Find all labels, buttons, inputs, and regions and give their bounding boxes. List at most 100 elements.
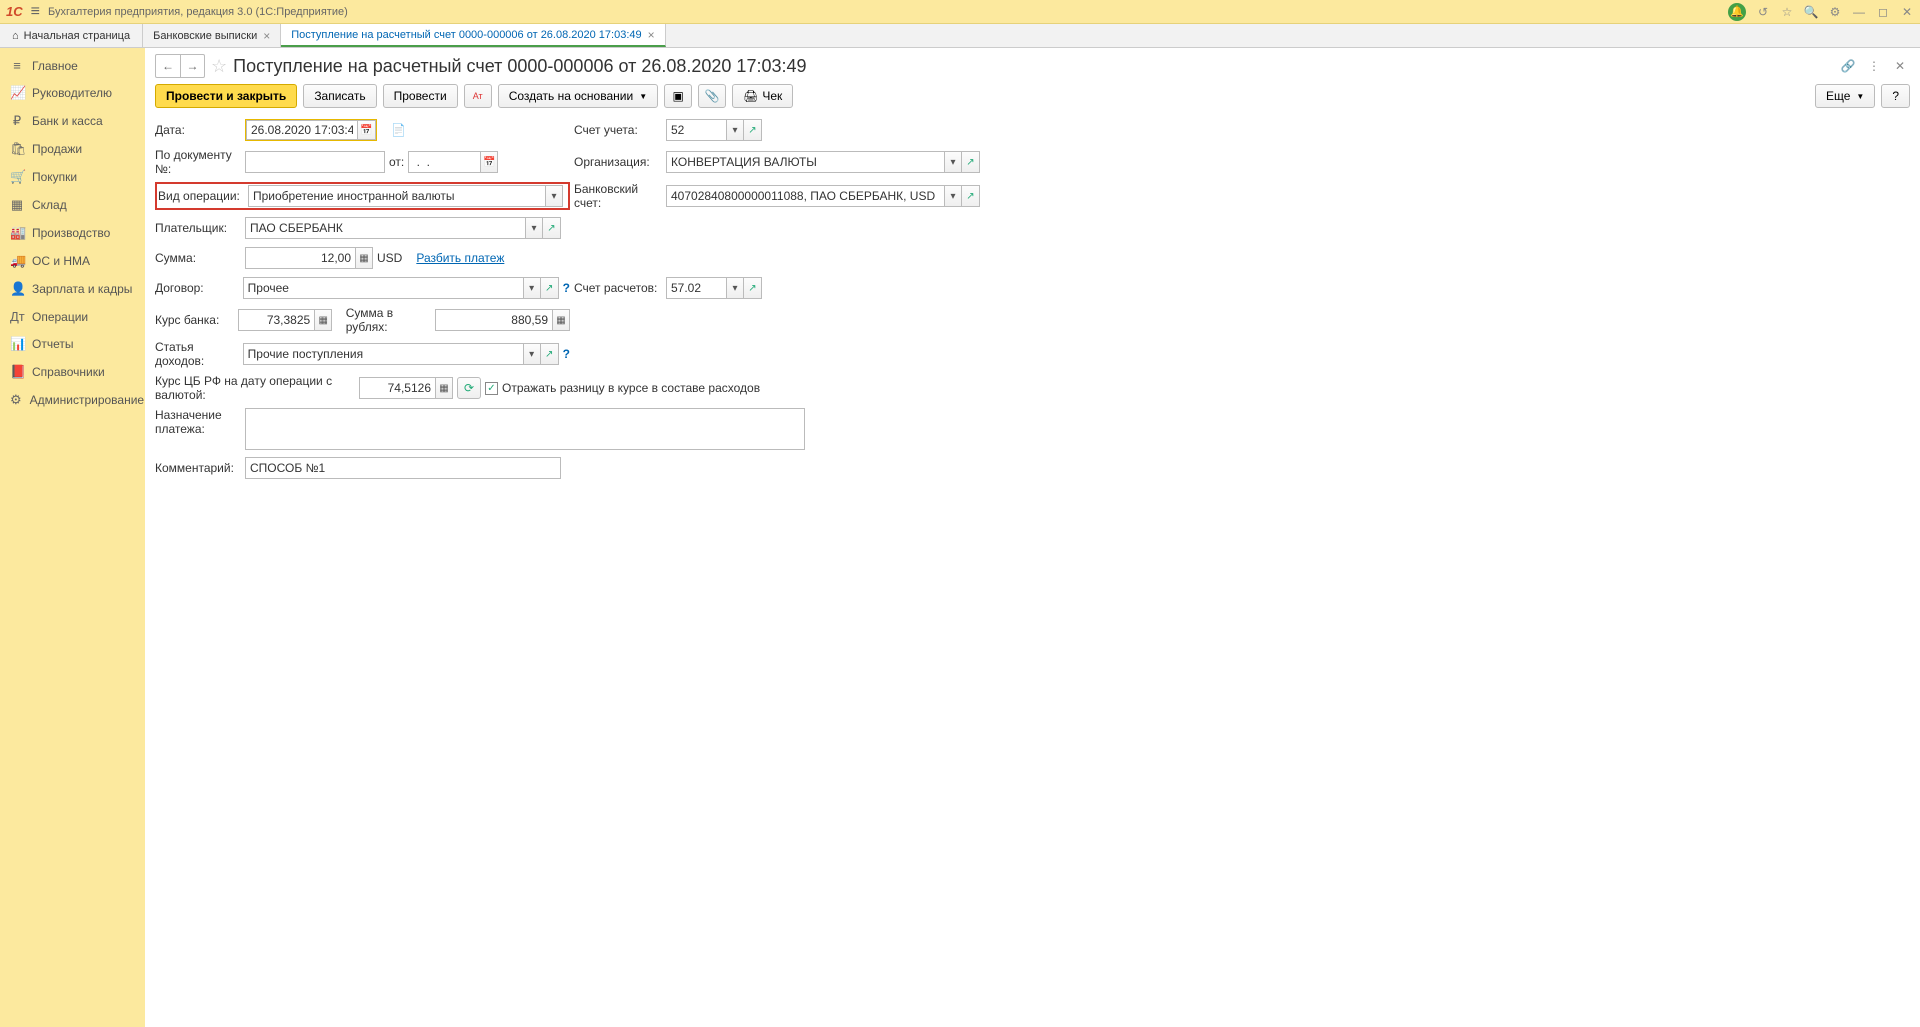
nav-admin[interactable]: ⚙Администрирование — [0, 386, 145, 414]
open-icon[interactable]: ↗ — [962, 151, 980, 173]
maximize-icon[interactable]: ◻ — [1876, 5, 1890, 19]
tab-home[interactable]: ⌂ Начальная страница — [0, 24, 143, 47]
postings-button[interactable]: Ат — [464, 84, 492, 108]
post-button[interactable]: Провести — [383, 84, 458, 108]
help-icon[interactable]: ? — [563, 281, 570, 295]
post-close-button[interactable]: Провести и закрыть — [155, 84, 297, 108]
create-based-button[interactable]: Создать на основании▼ — [498, 84, 658, 108]
forward-button[interactable]: → — [180, 55, 204, 77]
income-input[interactable] — [243, 343, 523, 365]
account-label: Счет учета: — [574, 123, 662, 137]
tabbar: ⌂ Начальная страница Банковские выписки … — [0, 24, 1920, 48]
star-icon[interactable]: ☆ — [1780, 5, 1794, 19]
nav-manager[interactable]: 📈Руководителю — [0, 79, 145, 107]
minimize-icon[interactable]: — — [1852, 5, 1866, 19]
refresh-button[interactable]: ⟳ — [457, 377, 481, 399]
nav-bank[interactable]: ₽Банк и касса — [0, 107, 145, 135]
dropdown-icon[interactable]: ▾ — [523, 277, 541, 299]
open-icon[interactable]: ↗ — [541, 343, 559, 365]
close-panel-icon[interactable]: ✕ — [1890, 56, 1910, 76]
save-button[interactable]: Записать — [303, 84, 376, 108]
open-icon[interactable]: ↗ — [744, 119, 762, 141]
calc-icon[interactable]: ▦ — [314, 309, 332, 331]
payer-input[interactable] — [245, 217, 525, 239]
more-button[interactable]: Еще▼ — [1815, 84, 1875, 108]
optype-label: Вид операции: — [158, 189, 244, 203]
truck-icon: 🚚 — [10, 253, 24, 269]
close-icon[interactable]: ✕ — [1900, 5, 1914, 19]
history-icon[interactable]: ↺ — [1756, 5, 1770, 19]
check-button[interactable]: 🖨 Чек — [732, 84, 793, 108]
factory-icon: 🏭 — [10, 225, 24, 241]
calendar-icon[interactable]: 📅 — [358, 120, 376, 140]
contract-input[interactable] — [243, 277, 523, 299]
nav-assets[interactable]: 🚚ОС и НМА — [0, 247, 145, 275]
nav-reports[interactable]: 📊Отчеты — [0, 330, 145, 358]
posting-icon: Дт — [10, 309, 24, 324]
menu-icon: ≡ — [10, 58, 24, 73]
sum-label: Сумма: — [155, 251, 241, 265]
nav-hr[interactable]: 👤Зарплата и кадры — [0, 275, 145, 303]
nav-production[interactable]: 🏭Производство — [0, 219, 145, 247]
settle-input[interactable] — [666, 277, 726, 299]
split-payment-link[interactable]: Разбить платеж — [416, 251, 504, 265]
open-icon[interactable]: ↗ — [744, 277, 762, 299]
calendar-icon[interactable]: 📅 — [480, 151, 498, 173]
nav-main[interactable]: ≡Главное — [0, 52, 145, 79]
docno-input[interactable] — [245, 151, 385, 173]
attach-button[interactable]: 📎 — [698, 84, 726, 108]
tab-close-icon[interactable]: × — [263, 29, 270, 43]
back-button[interactable]: ← — [156, 55, 180, 77]
purpose-input[interactable] — [245, 408, 805, 450]
nav-catalogs[interactable]: 📕Справочники — [0, 358, 145, 386]
docdate-input[interactable] — [408, 151, 480, 173]
favorite-icon[interactable]: ☆ — [211, 56, 227, 77]
bankrate-input[interactable] — [238, 309, 314, 331]
app-logo: 1C — [6, 4, 23, 19]
sumrub-label: Сумма в рублях: — [346, 306, 431, 334]
dropdown-icon[interactable]: ▾ — [944, 151, 962, 173]
tab-bank-statements[interactable]: Банковские выписки × — [143, 24, 281, 47]
link-icon[interactable]: 🔗 — [1838, 56, 1858, 76]
dropdown-icon[interactable]: ▾ — [726, 277, 744, 299]
tab-receipt[interactable]: Поступление на расчетный счет 0000-00000… — [281, 24, 665, 47]
optype-input[interactable] — [248, 185, 545, 207]
sum-input[interactable] — [245, 247, 355, 269]
bankacc-input[interactable] — [666, 185, 944, 207]
nav-purchases[interactable]: 🛒Покупки — [0, 163, 145, 191]
dropdown-icon[interactable]: ▾ — [545, 185, 563, 207]
calc-icon[interactable]: ▦ — [355, 247, 373, 269]
nav-operations[interactable]: ДтОперации — [0, 303, 145, 330]
dropdown-icon[interactable]: ▾ — [523, 343, 541, 365]
nav-sales[interactable]: 🛍Продажи — [0, 135, 145, 163]
open-icon[interactable]: ↗ — [543, 217, 561, 239]
help-button[interactable]: ? — [1881, 84, 1910, 108]
calc-icon[interactable]: ▦ — [552, 309, 570, 331]
org-input[interactable] — [666, 151, 944, 173]
dropdown-icon[interactable]: ▾ — [726, 119, 744, 141]
calc-icon[interactable]: ▦ — [435, 377, 453, 399]
account-input[interactable] — [666, 119, 726, 141]
tab-close-icon[interactable]: × — [648, 28, 655, 42]
settings-icon[interactable]: ⚙ — [1828, 5, 1842, 19]
bag-icon: 🛍 — [10, 141, 24, 157]
notification-icon[interactable]: 🔔 — [1728, 3, 1746, 21]
more-icon[interactable]: ⋮ — [1864, 56, 1884, 76]
help-icon[interactable]: ? — [563, 347, 570, 361]
reflect-checkbox[interactable]: ✓ — [485, 382, 498, 395]
comment-input[interactable] — [245, 457, 561, 479]
doc-status-icon[interactable]: 📄 — [391, 123, 406, 137]
structure-button[interactable]: ▣ — [664, 84, 692, 108]
boxes-icon: ▦ — [10, 197, 24, 213]
date-input[interactable] — [246, 120, 358, 140]
search-icon[interactable]: 🔍 — [1804, 5, 1818, 19]
dropdown-icon[interactable]: ▾ — [944, 185, 962, 207]
open-icon[interactable]: ↗ — [541, 277, 559, 299]
cbrate-input[interactable] — [359, 377, 435, 399]
menu-icon[interactable]: ≡ — [31, 3, 40, 21]
dropdown-icon[interactable]: ▾ — [525, 217, 543, 239]
nav-warehouse[interactable]: ▦Склад — [0, 191, 145, 219]
sumrub-input[interactable] — [435, 309, 552, 331]
open-icon[interactable]: ↗ — [962, 185, 980, 207]
currency-label: USD — [377, 251, 402, 265]
